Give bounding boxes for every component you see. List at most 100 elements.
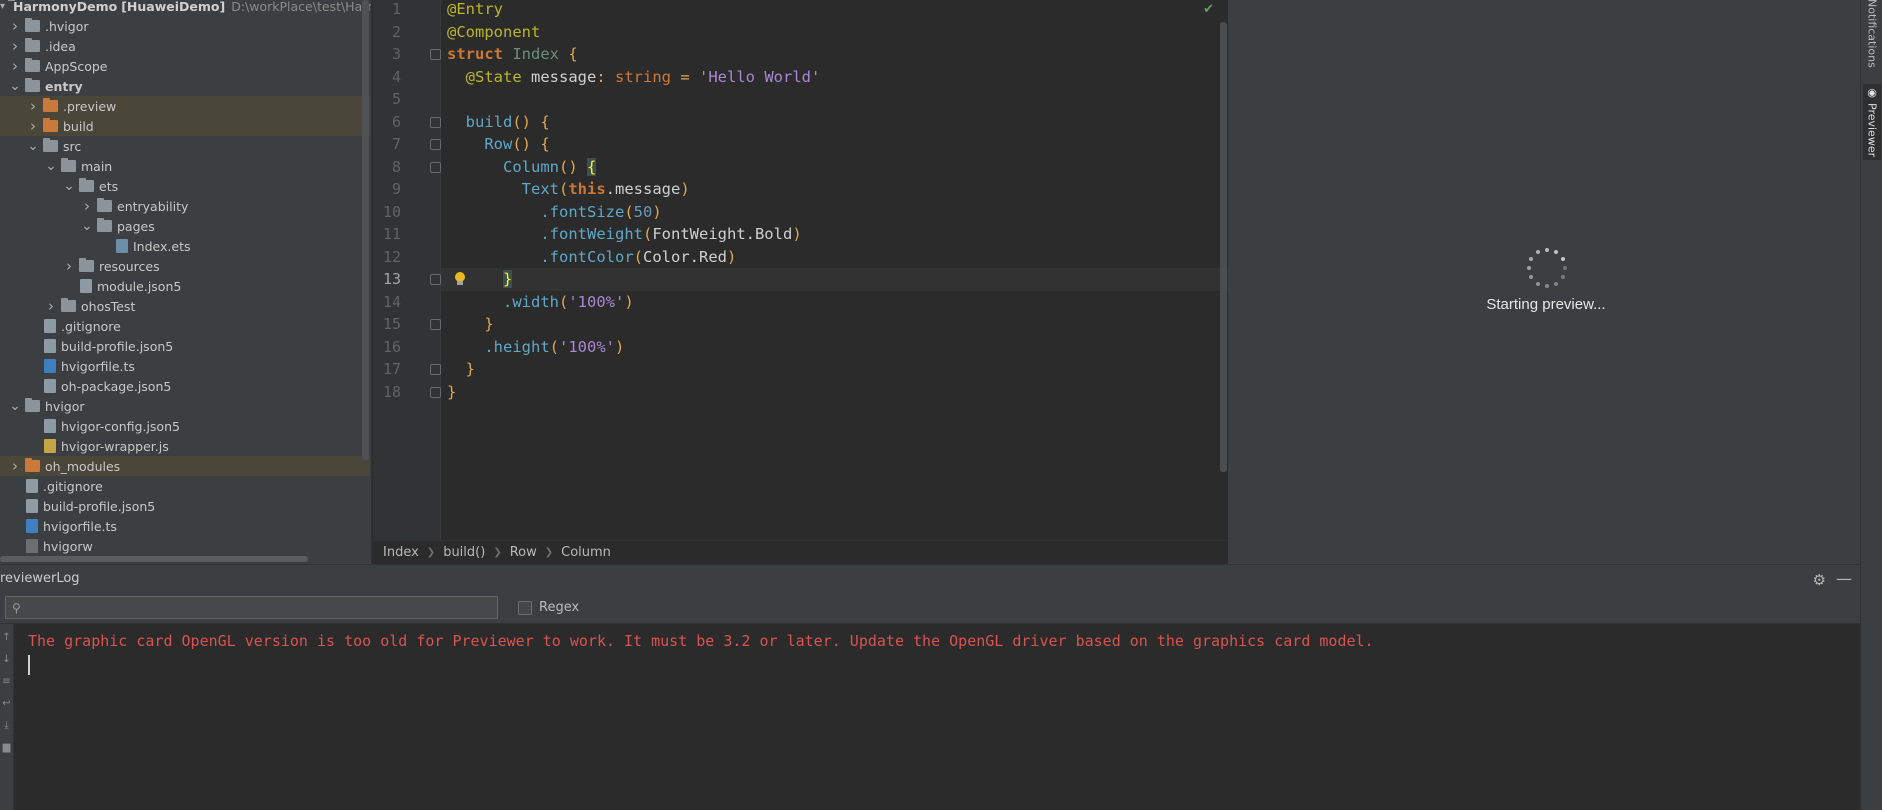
scroll-to-end-icon[interactable]: ⤓ xyxy=(1,720,12,731)
code-line[interactable]: Column() { xyxy=(447,156,1227,179)
arrow-down-icon[interactable]: ↓ xyxy=(1,654,12,665)
code-line[interactable]: } xyxy=(447,313,1227,336)
tree-item[interactable]: › build xyxy=(0,116,370,136)
code-line[interactable] xyxy=(447,88,1227,111)
chevron-down-icon[interactable]: ▾ xyxy=(0,0,5,13)
tree-horizontal-scrollbar[interactable] xyxy=(0,556,308,562)
code-editor[interactable]: 1 2 3 4 5 6 7 8 9 10 11 12 13 14 15 16 17 18 @Entry @Compo… xyxy=(373,0,1228,540)
tree-item[interactable]: hvigor-wrapper.js xyxy=(0,436,370,456)
fold-marker-icon[interactable] xyxy=(430,116,441,128)
tree-item[interactable]: ⌄ src xyxy=(0,136,370,156)
breadcrumb-item-column[interactable]: Column xyxy=(561,545,611,560)
fold-marker-icon[interactable] xyxy=(430,274,441,285)
tree-item[interactable]: › ohosTest xyxy=(0,296,370,316)
filter-icon[interactable]: ≡ xyxy=(1,676,12,687)
chevron-down-icon[interactable]: ⌄ xyxy=(62,178,76,194)
code-line[interactable]: .height('100%') xyxy=(447,336,1227,359)
code-line[interactable]: } xyxy=(447,358,1227,381)
chevron-right-icon[interactable]: › xyxy=(8,57,22,75)
log-output[interactable]: The graphic card OpenGL version is too o… xyxy=(14,624,1860,810)
tree-item[interactable]: hvigorw xyxy=(0,536,370,556)
tree-item[interactable]: build-profile.json5 xyxy=(0,336,370,356)
tree-item[interactable]: hvigorfile.ts xyxy=(0,356,370,376)
code-line[interactable]: .fontSize(50) xyxy=(447,201,1227,224)
tree-item[interactable]: › resources xyxy=(0,256,370,276)
chevron-down-icon[interactable]: ⌄ xyxy=(8,78,22,94)
tree-item[interactable]: › oh_modules xyxy=(0,456,370,476)
tree-vertical-scrollbar[interactable] xyxy=(362,0,369,460)
chevron-right-icon[interactable]: › xyxy=(26,117,40,135)
project-root-row[interactable]: ▾ HarmonyDemo [HuaweiDemo] D:\workPlace\… xyxy=(0,0,371,16)
code-line[interactable]: struct Index { xyxy=(447,43,1227,66)
tab-notifications[interactable]: Notifications xyxy=(1863,0,1881,67)
breadcrumb-item-index[interactable]: Index xyxy=(383,545,419,560)
tree-item[interactable]: ⌄ pages xyxy=(0,216,370,236)
code-line[interactable]: .fontWeight(FontWeight.Bold) xyxy=(447,223,1227,246)
tree-item[interactable]: oh-package.json5 xyxy=(0,376,370,396)
code-line[interactable]: @Entry xyxy=(447,0,1227,21)
tree-item[interactable]: .gitignore xyxy=(0,476,370,496)
fold-marker-icon[interactable] xyxy=(430,49,441,60)
code-line[interactable]: Text(this.message) xyxy=(447,178,1227,201)
chevron-right-icon[interactable]: › xyxy=(80,197,94,215)
tree-item[interactable]: hvigor-config.json5 xyxy=(0,416,370,436)
tree-item[interactable]: › entryability xyxy=(0,196,370,216)
tree-item[interactable]: hvigorfile.ts xyxy=(0,516,370,536)
code-line[interactable]: .width('100%') xyxy=(447,291,1227,314)
tree-item[interactable]: .gitignore xyxy=(0,316,370,336)
code-line[interactable]: } xyxy=(447,268,1227,291)
code-line[interactable]: .fontColor(Color.Red) xyxy=(447,246,1227,269)
chevron-right-icon[interactable]: › xyxy=(8,17,22,35)
code-line[interactable]: build() { xyxy=(447,111,1227,134)
fold-marker-icon[interactable] xyxy=(430,161,441,173)
chevron-right-icon[interactable]: › xyxy=(44,297,58,315)
fold-marker-icon[interactable] xyxy=(430,386,441,398)
gear-icon[interactable]: ⚙ xyxy=(1813,571,1826,589)
check-icon[interactable]: ✔ xyxy=(1203,2,1214,17)
chevron-right-icon[interactable]: › xyxy=(26,97,40,115)
chevron-down-icon[interactable]: ⌄ xyxy=(8,398,22,414)
tree-item[interactable]: ⌄ main xyxy=(0,156,370,176)
excluded-folder-icon xyxy=(25,458,40,472)
soft-wrap-icon[interactable]: ↩ xyxy=(1,698,12,709)
fold-marker-icon[interactable] xyxy=(430,364,441,375)
chevron-right-icon[interactable]: › xyxy=(8,457,22,475)
chevron-down-icon[interactable]: ⌄ xyxy=(26,138,40,154)
tree-item[interactable]: › .idea xyxy=(0,36,370,56)
arrow-up-icon[interactable]: ↑ xyxy=(1,632,12,643)
tree-item[interactable]: ⌄ hvigor xyxy=(0,396,370,416)
lightbulb-icon[interactable] xyxy=(454,272,466,286)
tree-item[interactable]: › .preview xyxy=(0,96,370,116)
breadcrumb-item-row[interactable]: Row xyxy=(510,545,537,560)
tree-item[interactable]: › .hvigor xyxy=(0,16,370,36)
minimize-icon[interactable]: — xyxy=(1836,569,1852,588)
tree-item[interactable]: Index.ets xyxy=(0,236,370,256)
chevron-right-icon[interactable]: › xyxy=(8,37,22,55)
code-line[interactable]: Row() { xyxy=(447,133,1227,156)
trash-icon[interactable]: ▆ xyxy=(1,742,12,753)
fold-marker-icon[interactable] xyxy=(430,319,441,330)
code-line[interactable]: } xyxy=(447,381,1227,404)
editor-vertical-scrollbar[interactable] xyxy=(1220,22,1227,472)
fold-marker-icon[interactable] xyxy=(430,139,441,150)
search-icon[interactable]: ⚲ xyxy=(12,601,21,615)
tab-previewer[interactable]: ◉ Previewer xyxy=(1863,84,1881,160)
code-line[interactable]: @State message: string = 'Hello World' xyxy=(447,66,1227,89)
tree-item[interactable]: module.json5 xyxy=(0,276,370,296)
tree-item[interactable]: ⌄ entry xyxy=(0,76,370,96)
log-panel-title[interactable]: reviewerLog xyxy=(0,571,80,586)
code-token: Text xyxy=(521,180,559,198)
chevron-right-icon[interactable]: › xyxy=(62,257,76,275)
chevron-down-icon[interactable]: ⌄ xyxy=(80,218,94,234)
code-line[interactable]: @Component xyxy=(447,21,1227,44)
log-search-box[interactable]: ⚲ xyxy=(5,596,498,619)
tree-item[interactable]: ⌄ ets xyxy=(0,176,370,196)
breadcrumb-item-build[interactable]: build() xyxy=(443,545,485,560)
regex-checkbox[interactable] xyxy=(518,601,532,615)
code-token: ) xyxy=(792,225,802,243)
chevron-down-icon[interactable]: ⌄ xyxy=(44,158,58,174)
tree-item[interactable]: build-profile.json5 xyxy=(0,496,370,516)
regex-label[interactable]: Regex xyxy=(539,600,579,615)
tree-item[interactable]: › AppScope xyxy=(0,56,370,76)
log-search-input[interactable] xyxy=(26,600,487,615)
